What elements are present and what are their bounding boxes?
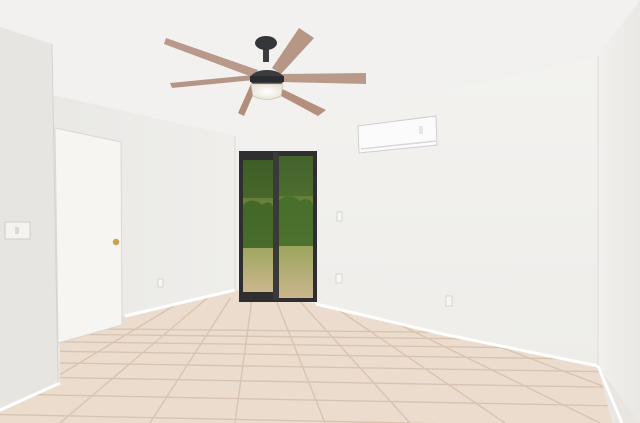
- electrical-outlet: [335, 273, 343, 284]
- outdoor-tree-canopy: [279, 156, 313, 196]
- electrical-outlet: [157, 278, 164, 288]
- fan-light-icon[interactable]: [250, 83, 284, 100]
- fan-canopy: [255, 36, 277, 50]
- outdoor-hedge: [243, 200, 273, 248]
- interior-door[interactable]: [54, 127, 123, 344]
- room-scene: [0, 0, 640, 423]
- electrical-outlet: [445, 295, 453, 307]
- sliding-glass-door[interactable]: [239, 151, 317, 302]
- door-knob[interactable]: [112, 238, 120, 246]
- outdoor-tree-canopy: [243, 160, 273, 198]
- switch-toggle: [15, 227, 19, 234]
- ac-indicator: [419, 126, 423, 134]
- right-wall: [598, 0, 640, 423]
- left-near-wall: [0, 27, 60, 413]
- outdoor-hedge: [279, 196, 313, 246]
- fan-motor-band: [250, 76, 284, 82]
- sliding-door-mullion: [273, 152, 279, 300]
- wall-switch[interactable]: [336, 211, 343, 222]
